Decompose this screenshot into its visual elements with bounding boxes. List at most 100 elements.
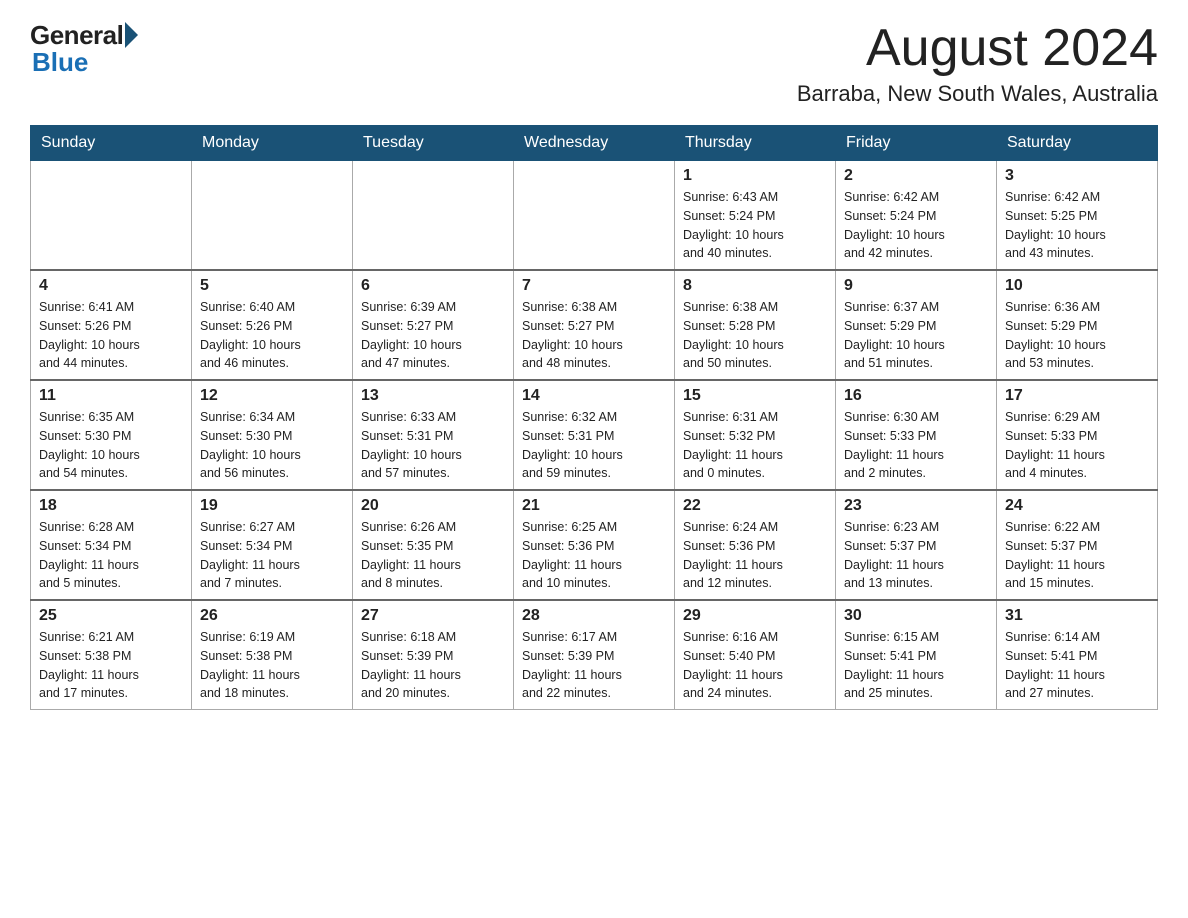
calendar-day-cell bbox=[192, 161, 353, 271]
day-info: Sunrise: 6:16 AMSunset: 5:40 PMDaylight:… bbox=[683, 628, 827, 703]
calendar-day-cell: 1 Sunrise: 6:43 AMSunset: 5:24 PMDaylight… bbox=[675, 161, 836, 271]
calendar-day-header: Monday bbox=[192, 126, 353, 161]
page-title: August 2024 bbox=[797, 20, 1158, 77]
calendar-day-cell: 4 Sunrise: 6:41 AMSunset: 5:26 PMDaylight… bbox=[31, 270, 192, 380]
day-number: 10 bbox=[1005, 277, 1149, 295]
day-number: 17 bbox=[1005, 387, 1149, 405]
calendar-day-cell: 21 Sunrise: 6:25 AMSunset: 5:36 PMDayligh… bbox=[514, 490, 675, 600]
calendar-day-cell: 28Sunrise: 6:17 AMSunset: 5:39 PMDayligh… bbox=[514, 600, 675, 710]
calendar-table: SundayMondayTuesdayWednesdayThursdayFrid… bbox=[30, 125, 1158, 710]
day-number: 16 bbox=[844, 387, 988, 405]
day-number: 7 bbox=[522, 277, 666, 295]
day-info: Sunrise: 6:21 AMSunset: 5:38 PMDaylight:… bbox=[39, 628, 183, 703]
calendar-day-cell: 8 Sunrise: 6:38 AMSunset: 5:28 PMDaylight… bbox=[675, 270, 836, 380]
day-info: Sunrise: 6:29 AMSunset: 5:33 PMDaylight:… bbox=[1005, 408, 1149, 483]
page-subtitle: Barraba, New South Wales, Australia bbox=[797, 81, 1158, 107]
day-info: Sunrise: 6:39 AMSunset: 5:27 PMDaylight:… bbox=[361, 298, 505, 373]
day-info: Sunrise: 6:24 AMSunset: 5:36 PMDaylight:… bbox=[683, 518, 827, 593]
calendar-week-row: 18 Sunrise: 6:28 AMSunset: 5:34 PMDayligh… bbox=[31, 490, 1158, 600]
title-block: August 2024 Barraba, New South Wales, Au… bbox=[797, 20, 1158, 107]
logo: General Blue bbox=[30, 20, 138, 78]
calendar-week-row: 11Sunrise: 6:35 AMSunset: 5:30 PMDayligh… bbox=[31, 380, 1158, 490]
day-info: Sunrise: 6:36 AMSunset: 5:29 PMDaylight:… bbox=[1005, 298, 1149, 373]
day-number: 2 bbox=[844, 167, 988, 185]
calendar-day-cell: 25 Sunrise: 6:21 AMSunset: 5:38 PMDayligh… bbox=[31, 600, 192, 710]
calendar-day-cell: 12 Sunrise: 6:34 AMSunset: 5:30 PMDayligh… bbox=[192, 380, 353, 490]
day-number: 15 bbox=[683, 387, 827, 405]
day-number: 12 bbox=[200, 387, 344, 405]
day-info: Sunrise: 6:18 AMSunset: 5:39 PMDaylight:… bbox=[361, 628, 505, 703]
calendar-day-cell: 9 Sunrise: 6:37 AMSunset: 5:29 PMDaylight… bbox=[836, 270, 997, 380]
day-number: 1 bbox=[683, 167, 827, 185]
calendar-day-cell: 24 Sunrise: 6:22 AMSunset: 5:37 PMDayligh… bbox=[997, 490, 1158, 600]
day-number: 24 bbox=[1005, 497, 1149, 515]
day-info: Sunrise: 6:27 AMSunset: 5:34 PMDaylight:… bbox=[200, 518, 344, 593]
calendar-day-cell: 26 Sunrise: 6:19 AMSunset: 5:38 PMDayligh… bbox=[192, 600, 353, 710]
day-number: 13 bbox=[361, 387, 505, 405]
day-number: 18 bbox=[39, 497, 183, 515]
calendar-day-cell: 31 Sunrise: 6:14 AMSunset: 5:41 PMDayligh… bbox=[997, 600, 1158, 710]
calendar-day-cell: 5 Sunrise: 6:40 AMSunset: 5:26 PMDaylight… bbox=[192, 270, 353, 380]
day-info: Sunrise: 6:28 AMSunset: 5:34 PMDaylight:… bbox=[39, 518, 183, 593]
logo-arrow-icon bbox=[125, 22, 138, 48]
day-info: Sunrise: 6:32 AMSunset: 5:31 PMDaylight:… bbox=[522, 408, 666, 483]
day-number: 25 bbox=[39, 607, 183, 625]
calendar-week-row: 4 Sunrise: 6:41 AMSunset: 5:26 PMDaylight… bbox=[31, 270, 1158, 380]
calendar-day-cell: 27Sunrise: 6:18 AMSunset: 5:39 PMDayligh… bbox=[353, 600, 514, 710]
calendar-day-cell bbox=[353, 161, 514, 271]
calendar-day-cell: 20Sunrise: 6:26 AMSunset: 5:35 PMDayligh… bbox=[353, 490, 514, 600]
day-number: 8 bbox=[683, 277, 827, 295]
day-info: Sunrise: 6:42 AMSunset: 5:25 PMDaylight:… bbox=[1005, 188, 1149, 263]
day-info: Sunrise: 6:31 AMSunset: 5:32 PMDaylight:… bbox=[683, 408, 827, 483]
day-number: 4 bbox=[39, 277, 183, 295]
day-info: Sunrise: 6:40 AMSunset: 5:26 PMDaylight:… bbox=[200, 298, 344, 373]
day-number: 23 bbox=[844, 497, 988, 515]
calendar-day-cell: 30Sunrise: 6:15 AMSunset: 5:41 PMDayligh… bbox=[836, 600, 997, 710]
day-info: Sunrise: 6:38 AMSunset: 5:28 PMDaylight:… bbox=[683, 298, 827, 373]
day-number: 29 bbox=[683, 607, 827, 625]
calendar-day-cell: 14Sunrise: 6:32 AMSunset: 5:31 PMDayligh… bbox=[514, 380, 675, 490]
day-info: Sunrise: 6:15 AMSunset: 5:41 PMDaylight:… bbox=[844, 628, 988, 703]
calendar-day-cell: 10 Sunrise: 6:36 AMSunset: 5:29 PMDayligh… bbox=[997, 270, 1158, 380]
calendar-day-cell: 7Sunrise: 6:38 AMSunset: 5:27 PMDaylight… bbox=[514, 270, 675, 380]
day-info: Sunrise: 6:23 AMSunset: 5:37 PMDaylight:… bbox=[844, 518, 988, 593]
calendar-day-cell: 23 Sunrise: 6:23 AMSunset: 5:37 PMDayligh… bbox=[836, 490, 997, 600]
day-number: 22 bbox=[683, 497, 827, 515]
day-info: Sunrise: 6:14 AMSunset: 5:41 PMDaylight:… bbox=[1005, 628, 1149, 703]
calendar-day-cell bbox=[514, 161, 675, 271]
calendar-day-cell: 6 Sunrise: 6:39 AMSunset: 5:27 PMDaylight… bbox=[353, 270, 514, 380]
day-number: 26 bbox=[200, 607, 344, 625]
logo-blue-text: Blue bbox=[32, 47, 88, 78]
day-info: Sunrise: 6:22 AMSunset: 5:37 PMDaylight:… bbox=[1005, 518, 1149, 593]
day-info: Sunrise: 6:34 AMSunset: 5:30 PMDaylight:… bbox=[200, 408, 344, 483]
day-number: 6 bbox=[361, 277, 505, 295]
calendar-day-header: Friday bbox=[836, 126, 997, 161]
day-number: 20 bbox=[361, 497, 505, 515]
calendar-day-cell: 19 Sunrise: 6:27 AMSunset: 5:34 PMDayligh… bbox=[192, 490, 353, 600]
day-info: Sunrise: 6:17 AMSunset: 5:39 PMDaylight:… bbox=[522, 628, 666, 703]
calendar-week-row: 25 Sunrise: 6:21 AMSunset: 5:38 PMDayligh… bbox=[31, 600, 1158, 710]
calendar-day-header: Wednesday bbox=[514, 126, 675, 161]
calendar-week-row: 1 Sunrise: 6:43 AMSunset: 5:24 PMDaylight… bbox=[31, 161, 1158, 271]
day-number: 5 bbox=[200, 277, 344, 295]
calendar-day-cell: 11Sunrise: 6:35 AMSunset: 5:30 PMDayligh… bbox=[31, 380, 192, 490]
calendar-day-header: Tuesday bbox=[353, 126, 514, 161]
day-info: Sunrise: 6:43 AMSunset: 5:24 PMDaylight:… bbox=[683, 188, 827, 263]
calendar-day-header: Saturday bbox=[997, 126, 1158, 161]
calendar-day-cell: 17 Sunrise: 6:29 AMSunset: 5:33 PMDayligh… bbox=[997, 380, 1158, 490]
day-number: 21 bbox=[522, 497, 666, 515]
calendar-header-row: SundayMondayTuesdayWednesdayThursdayFrid… bbox=[31, 126, 1158, 161]
day-number: 9 bbox=[844, 277, 988, 295]
day-number: 31 bbox=[1005, 607, 1149, 625]
day-info: Sunrise: 6:25 AMSunset: 5:36 PMDaylight:… bbox=[522, 518, 666, 593]
calendar-day-header: Sunday bbox=[31, 126, 192, 161]
day-info: Sunrise: 6:41 AMSunset: 5:26 PMDaylight:… bbox=[39, 298, 183, 373]
day-info: Sunrise: 6:35 AMSunset: 5:30 PMDaylight:… bbox=[39, 408, 183, 483]
day-info: Sunrise: 6:30 AMSunset: 5:33 PMDaylight:… bbox=[844, 408, 988, 483]
day-info: Sunrise: 6:19 AMSunset: 5:38 PMDaylight:… bbox=[200, 628, 344, 703]
day-number: 19 bbox=[200, 497, 344, 515]
calendar-day-cell bbox=[31, 161, 192, 271]
calendar-day-cell: 15 Sunrise: 6:31 AMSunset: 5:32 PMDayligh… bbox=[675, 380, 836, 490]
day-info: Sunrise: 6:37 AMSunset: 5:29 PMDaylight:… bbox=[844, 298, 988, 373]
calendar-day-cell: 29 Sunrise: 6:16 AMSunset: 5:40 PMDayligh… bbox=[675, 600, 836, 710]
